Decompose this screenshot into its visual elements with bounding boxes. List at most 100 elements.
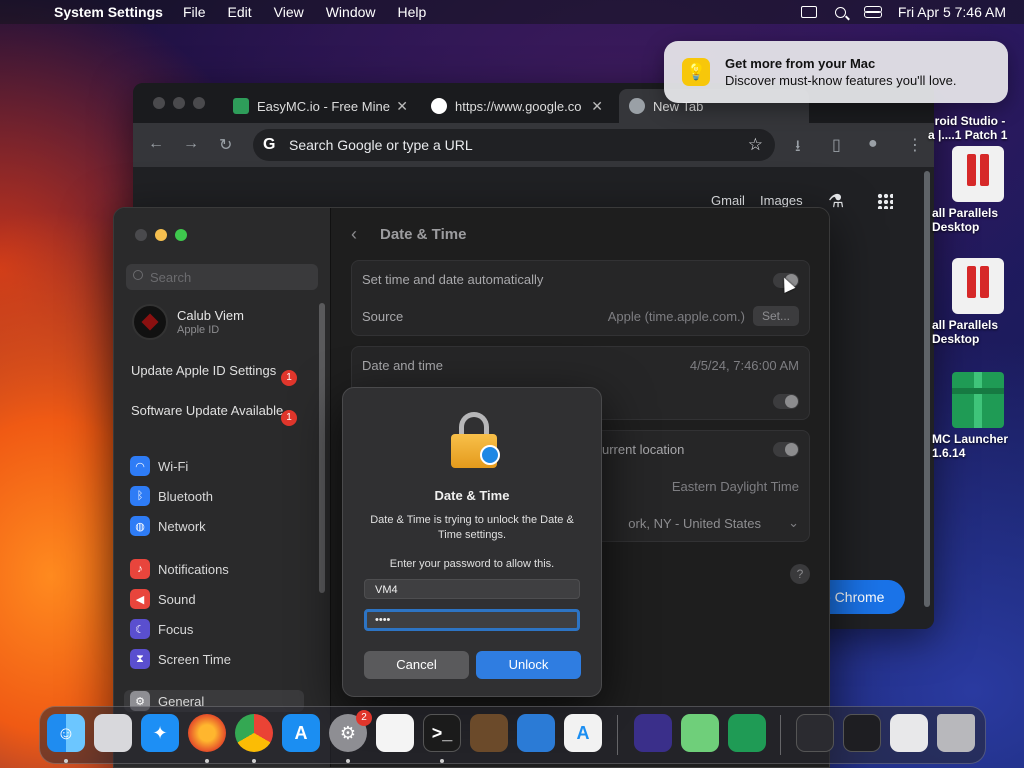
control-center-icon[interactable] xyxy=(863,6,882,18)
notification-banner[interactable]: 💡 Get more from your Mac Discover must-k… xyxy=(664,41,1008,103)
set-source-button[interactable]: Set... xyxy=(753,306,799,326)
omnibox[interactable]: G Search Google or type a URL ☆ xyxy=(253,129,775,161)
sidebar-item-label: Focus xyxy=(158,621,194,637)
profile-icon[interactable]: ● xyxy=(868,135,878,153)
sidebar-item-bluetooth[interactable]: ᛒ Bluetooth xyxy=(130,485,213,507)
shortcuts-icon[interactable] xyxy=(634,714,672,752)
notification-badge: 2 xyxy=(356,710,372,726)
trash-icon[interactable] xyxy=(937,714,975,752)
user-subtitle: Apple ID xyxy=(177,324,220,336)
screen-mirroring-icon[interactable] xyxy=(800,6,817,18)
apps-grid-icon[interactable] xyxy=(877,193,893,209)
download-icon[interactable]: ⭳ xyxy=(795,135,801,162)
app-store-icon[interactable]: A xyxy=(282,714,320,752)
close-button[interactable] xyxy=(135,229,147,241)
desktop-item-parallels-2[interactable]: all Parallels Desktop xyxy=(932,258,1024,346)
maps-icon[interactable] xyxy=(681,714,719,752)
menu-edit[interactable]: Edit xyxy=(228,4,252,20)
close-button[interactable] xyxy=(153,97,165,109)
minimized-window-icon[interactable] xyxy=(796,714,834,752)
menu-view[interactable]: View xyxy=(274,4,304,20)
unlock-button[interactable]: Unlock xyxy=(476,651,581,679)
vscode-icon[interactable] xyxy=(517,714,555,752)
dock-divider xyxy=(617,715,618,755)
cancel-button[interactable]: Cancel xyxy=(364,651,469,679)
firefox-icon[interactable] xyxy=(188,714,226,752)
xcode-instruments-icon[interactable]: A xyxy=(564,714,602,752)
zoom-button[interactable] xyxy=(193,97,205,109)
gift-icon[interactable] xyxy=(728,714,766,752)
minimize-button[interactable] xyxy=(155,229,167,241)
desktop-item-label: all Parallels Desktop xyxy=(932,318,999,346)
sidebar-item-focus[interactable]: ☾ Focus xyxy=(130,618,193,640)
sidebar-search-input[interactable]: Search xyxy=(126,264,318,290)
spotlight-search-icon[interactable] xyxy=(834,6,846,18)
clock-format-toggle[interactable] xyxy=(773,394,799,409)
bookmark-star-icon[interactable]: ☆ xyxy=(748,135,763,155)
dialog-message: Date & Time is trying to unlock the Date… xyxy=(370,514,574,541)
back-chevron-icon[interactable]: ‹ xyxy=(351,224,357,245)
password-field[interactable]: •••• xyxy=(364,609,580,631)
textedit-icon[interactable] xyxy=(376,714,414,752)
sidebar-item-notifications[interactable]: ♪ Notifications xyxy=(130,558,229,580)
gift-icon xyxy=(233,98,249,114)
closest-city-value[interactable]: ork, NY - United States xyxy=(628,516,761,531)
sidebar-item-label: Wi-Fi xyxy=(158,458,189,474)
finder-icon[interactable]: ☺ xyxy=(47,714,85,752)
sidebar-item-wifi[interactable]: ◠ Wi-Fi xyxy=(130,455,188,477)
zoom-button[interactable] xyxy=(175,229,187,241)
back-arrow-icon[interactable]: ← xyxy=(148,135,164,153)
chevron-down-icon[interactable]: ⌄ xyxy=(788,515,799,531)
safari-icon[interactable]: ✦ xyxy=(141,714,179,752)
desktop-item-mc-launcher[interactable]: MC Launcher 1.6.14 xyxy=(932,372,1024,460)
chrome-window-controls xyxy=(153,97,205,109)
sidebar-scrollbar[interactable] xyxy=(319,303,325,593)
more-menu-icon[interactable]: ⋮ xyxy=(907,135,923,155)
tab-google[interactable]: https://www.google.co ✕ xyxy=(421,89,613,123)
chrome-scrollbar[interactable] xyxy=(924,171,930,607)
auto-time-group: Set time and date automatically Source A… xyxy=(351,260,810,336)
menu-app-name[interactable]: System Settings xyxy=(54,4,163,20)
desktop-item-label: MC Launcher 1.6.14 xyxy=(932,432,1009,460)
launchpad-icon[interactable] xyxy=(94,714,132,752)
source-value: Apple (time.apple.com.) xyxy=(607,309,745,324)
minimized-window-icon[interactable] xyxy=(843,714,881,752)
labs-flask-icon[interactable]: ⚗ xyxy=(828,191,844,212)
auto-time-label: Set time and date automatically xyxy=(362,272,544,287)
sidebar-item-network[interactable]: ◍ Network xyxy=(130,515,206,537)
minimized-window-icon[interactable] xyxy=(890,714,928,752)
sidebar-item-label: Screen Time xyxy=(158,651,231,667)
help-button[interactable]: ? xyxy=(790,564,810,584)
alert-update-apple-id[interactable]: Update Apple ID Settings xyxy=(131,363,301,379)
menu-clock[interactable]: Fri Apr 5 7:46 AM xyxy=(898,4,1006,20)
dock-divider xyxy=(780,715,781,755)
search-placeholder: Search xyxy=(150,269,192,285)
dialog-title: Date & Time xyxy=(434,488,510,503)
desktop-item-parallels-1[interactable]: all Parallels Desktop xyxy=(932,146,1024,234)
tab-easymc[interactable]: EasyMC.io - Free Mine ✕ xyxy=(223,89,418,123)
chrome-icon xyxy=(629,98,645,114)
sidebar-item-screen-time[interactable]: ⧗ Screen Time xyxy=(130,648,231,670)
username-field[interactable]: VM4 xyxy=(364,579,580,599)
images-link[interactable]: Images xyxy=(760,193,803,208)
gmail-link[interactable]: Gmail xyxy=(711,193,745,208)
garageband-icon[interactable] xyxy=(470,714,508,752)
close-tab-icon[interactable]: ✕ xyxy=(396,98,408,115)
menu-bar: System Settings File Edit View Window He… xyxy=(0,0,1024,24)
sidebar-item-sound[interactable]: ◀ Sound xyxy=(130,588,196,610)
location-time-zone-toggle[interactable] xyxy=(773,442,799,457)
reload-icon[interactable]: ↻ xyxy=(219,135,232,155)
minimize-button[interactable] xyxy=(173,97,185,109)
menu-file[interactable]: File xyxy=(183,4,206,20)
chrome-icon[interactable] xyxy=(235,714,273,752)
close-tab-icon[interactable]: ✕ xyxy=(591,98,603,115)
time-zone-value: Eastern Daylight Time xyxy=(671,479,799,494)
desktop-item-android-studio[interactable]: roid Studio - a |....1 Patch 1 xyxy=(928,100,1024,142)
terminal-icon[interactable]: >_ xyxy=(423,714,461,752)
side-panel-icon[interactable]: ▯ xyxy=(832,135,841,155)
menu-help[interactable]: Help xyxy=(398,4,427,20)
globe-icon: ◍ xyxy=(130,516,150,536)
alert-software-update[interactable]: Software Update Available xyxy=(131,403,301,419)
menu-window[interactable]: Window xyxy=(326,4,376,20)
forward-arrow-icon[interactable]: → xyxy=(183,135,199,153)
